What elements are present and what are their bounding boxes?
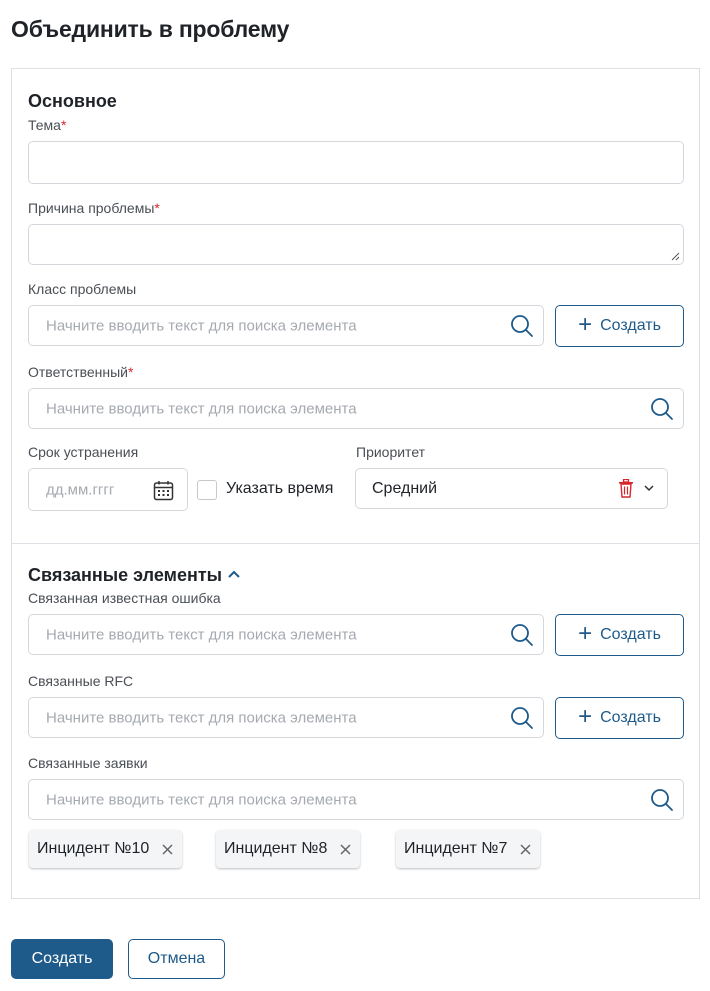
calendar-icon[interactable] (153, 480, 174, 501)
dialog-title: Объединить в проблему (11, 16, 290, 42)
rfc-search-input[interactable]: Начните вводить текст для поиска элемент… (28, 697, 544, 738)
deadline-placeholder: дд.мм.гггг (46, 481, 115, 498)
plus-icon: + (578, 620, 593, 647)
known-error-placeholder: Начните вводить текст для поиска элемент… (46, 626, 357, 643)
problem-class-placeholder: Начните вводить текст для поиска элемент… (46, 317, 357, 334)
reason-label-text: Причина проблемы (28, 200, 155, 216)
search-icon[interactable] (509, 705, 535, 731)
create-button-label: Создать (600, 709, 661, 726)
resize-grip-icon[interactable] (671, 252, 680, 261)
topic-label: Тема* (28, 117, 66, 133)
related-section: Связанные элементы Связанная известная о… (11, 543, 700, 899)
specify-time-checkbox[interactable] (197, 480, 217, 500)
plus-icon: + (578, 311, 593, 338)
main-section: Основное Тема* Причина проблемы* Класс п… (11, 68, 700, 544)
chip-label: Инцидент №10 (37, 840, 150, 857)
priority-select[interactable]: Средний (355, 468, 668, 509)
topic-input[interactable] (28, 141, 684, 184)
deadline-date-input[interactable]: дд.мм.гггг (28, 468, 188, 511)
specify-time-label: Указать время (226, 480, 334, 497)
cancel-button[interactable]: Отмена (128, 939, 225, 979)
required-mark: * (60, 117, 67, 133)
responsible-label: Ответственный* (28, 364, 133, 380)
search-icon[interactable] (509, 622, 535, 648)
related-section-title-text: Связанные элементы (28, 565, 223, 585)
plus-icon: + (578, 703, 593, 730)
chip-label: Инцидент №7 (404, 840, 508, 857)
known-error-label: Связанная известная ошибка (28, 590, 221, 606)
known-error-create-button[interactable]: + Создать (555, 614, 684, 656)
search-icon[interactable] (509, 313, 535, 339)
problem-class-label: Класс проблемы (28, 281, 137, 297)
search-icon[interactable] (649, 787, 675, 813)
reason-label: Причина проблемы* (28, 200, 160, 216)
request-chip: Инцидент №7 (396, 830, 541, 868)
chip-label: Инцидент №8 (224, 840, 328, 857)
trash-icon[interactable] (618, 479, 634, 498)
close-icon[interactable] (161, 843, 174, 856)
section-title-related[interactable]: Связанные элементы (28, 565, 241, 586)
create-button-label: Создать (600, 626, 661, 643)
topic-label-text: Тема (28, 117, 61, 133)
chevron-up-icon[interactable] (227, 569, 241, 579)
problem-class-create-button[interactable]: + Создать (555, 305, 684, 347)
submit-button[interactable]: Создать (11, 939, 113, 979)
requests-placeholder: Начните вводить текст для поиска элемент… (46, 791, 357, 808)
requests-label: Связанные заявки (28, 755, 148, 771)
request-chip: Инцидент №10 (29, 830, 183, 868)
reason-textarea[interactable] (28, 224, 684, 265)
required-mark: * (127, 364, 134, 380)
rfc-placeholder: Начните вводить текст для поиска элемент… (46, 709, 357, 726)
close-icon[interactable] (519, 843, 532, 856)
responsible-placeholder: Начните вводить текст для поиска элемент… (46, 400, 357, 417)
deadline-label: Срок устранения (28, 444, 139, 460)
priority-label: Приоритет (356, 444, 426, 460)
close-icon[interactable] (339, 843, 352, 856)
chevron-down-icon[interactable] (643, 483, 655, 493)
responsible-label-text: Ответственный (28, 364, 128, 380)
create-button-label: Создать (600, 317, 661, 334)
requests-search-input[interactable]: Начните вводить текст для поиска элемент… (28, 779, 684, 820)
required-mark: * (154, 200, 160, 216)
known-error-search-input[interactable]: Начните вводить текст для поиска элемент… (28, 614, 544, 655)
rfc-label: Связанные RFC (28, 673, 134, 689)
problem-class-search-input[interactable]: Начните вводить текст для поиска элемент… (28, 305, 544, 346)
responsible-search-input[interactable]: Начните вводить текст для поиска элемент… (28, 388, 684, 429)
priority-value: Средний (372, 479, 438, 497)
section-title-main: Основное (28, 91, 117, 111)
request-chip: Инцидент №8 (216, 830, 361, 868)
search-icon[interactable] (649, 396, 675, 422)
rfc-create-button[interactable]: + Создать (555, 697, 684, 739)
